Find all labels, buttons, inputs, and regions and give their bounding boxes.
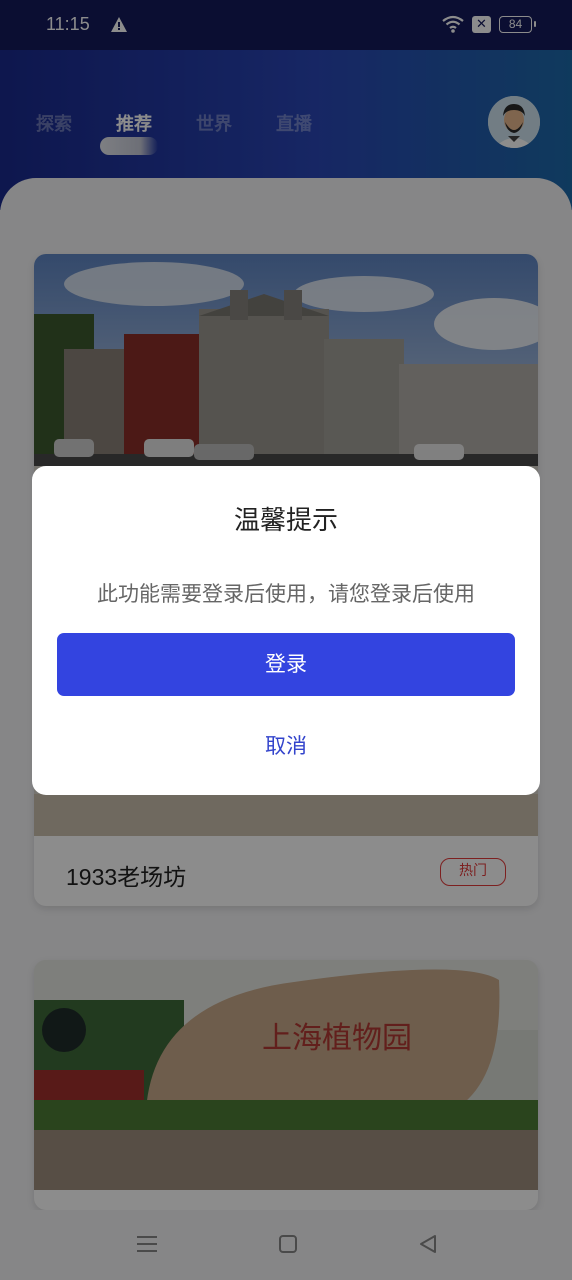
login-prompt-dialog: 温馨提示 此功能需要登录后使用，请您登录后使用 登录 取消 (32, 466, 540, 795)
dialog-message: 此功能需要登录后使用，请您登录后使用 (97, 582, 475, 606)
dialog-title: 温馨提示 (233, 506, 338, 536)
login-button[interactable]: 登录 (57, 633, 515, 696)
cancel-button[interactable]: 取消 (32, 730, 540, 760)
